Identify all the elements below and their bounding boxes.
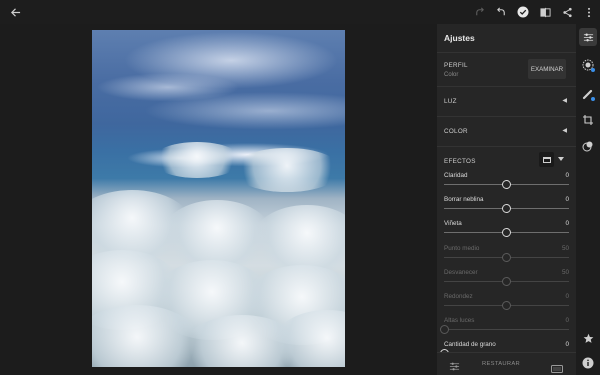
undo-icon[interactable] (490, 0, 512, 24)
chevron-left-icon: ◀ (562, 128, 567, 134)
color-label: COLOR (444, 128, 468, 135)
slider-value: 0 (565, 220, 569, 228)
vignette-style-icon[interactable] (539, 152, 554, 167)
slider-value: 0 (565, 317, 569, 325)
compare-icon[interactable] (534, 0, 556, 24)
info-icon[interactable] (579, 354, 597, 372)
examinar-button[interactable]: EXAMINAR (528, 59, 566, 79)
luz-label: LUZ (444, 98, 457, 105)
photo-canvas[interactable] (0, 24, 437, 375)
slider-value: 0 (565, 172, 569, 179)
slider-label: Desvanecer (444, 268, 478, 276)
photo-preview[interactable] (92, 30, 345, 367)
slider-label: Claridad (444, 172, 468, 179)
restaurar-button[interactable]: RESTAURAR (482, 361, 520, 367)
slider-row: Borrar neblina 0 (437, 196, 576, 220)
slider-row: Claridad 0 (437, 172, 576, 196)
slider-knob[interactable] (502, 228, 511, 238)
share-icon[interactable] (556, 0, 578, 24)
presets-icon[interactable] (579, 137, 597, 155)
adjustments-panel: Ajustes PERFIL Color EXAMINAR LUZ ◀ COLO… (437, 24, 576, 375)
slider-track (444, 329, 569, 331)
sliders-icon[interactable] (579, 28, 597, 46)
slider-value: 0 (565, 341, 569, 349)
slider-label: Borrar neblina (444, 196, 484, 204)
more-vertical-icon[interactable] (578, 0, 600, 24)
top-toolbar (0, 0, 600, 24)
adjust-presets-icon[interactable] (449, 359, 460, 375)
slider-label: Punto medio (444, 244, 480, 252)
section-luz[interactable]: LUZ ◀ (437, 86, 576, 116)
slider-row: Viñeta 0 (437, 220, 576, 244)
chevron-left-icon: ◀ (562, 98, 567, 104)
slider-knob (439, 325, 449, 335)
color-wheel-icon[interactable] (579, 56, 597, 74)
slider-label: Viñeta (444, 220, 462, 228)
panel-title: Ajustes (444, 33, 475, 43)
healing-brush-icon[interactable] (579, 85, 597, 103)
slider-value: 50 (561, 244, 569, 252)
slider-knob[interactable] (502, 180, 511, 189)
slider-label: Redondez (444, 293, 473, 300)
slider-row: Desvanecer 50 (437, 269, 576, 293)
slider-knob (502, 276, 511, 286)
arrow-left-icon[interactable] (4, 0, 26, 24)
slider-knob[interactable] (502, 204, 511, 214)
redo-icon[interactable] (468, 0, 490, 24)
slider-label: Cantidad de grano (444, 341, 496, 349)
slider-value: 0 (565, 196, 569, 204)
section-color[interactable]: COLOR ◀ (437, 116, 576, 146)
checkmark-circle-icon[interactable] (512, 0, 534, 24)
panel-bottom-bar: RESTAURAR (437, 352, 576, 375)
slider-row: Altas luces 0 (437, 317, 576, 341)
crop-icon[interactable] (579, 111, 597, 129)
caret-down-icon[interactable] (558, 157, 564, 161)
slider-value: 50 (561, 268, 569, 276)
efectos-label: EFECTOS (444, 158, 476, 165)
perfil-label: PERFIL (444, 62, 468, 69)
tool-rail (576, 24, 600, 375)
slider-row: Redondez 0 (437, 293, 576, 317)
keyboard-icon[interactable] (551, 360, 563, 375)
star-icon[interactable] (579, 329, 597, 347)
perfil-value: Color (444, 72, 459, 78)
slider-row: Punto medio 50 (437, 245, 576, 269)
slider-knob (502, 252, 511, 262)
slider-knob (502, 301, 511, 310)
slider-label: Altas luces (444, 317, 475, 325)
slider-value: 0 (565, 293, 569, 300)
